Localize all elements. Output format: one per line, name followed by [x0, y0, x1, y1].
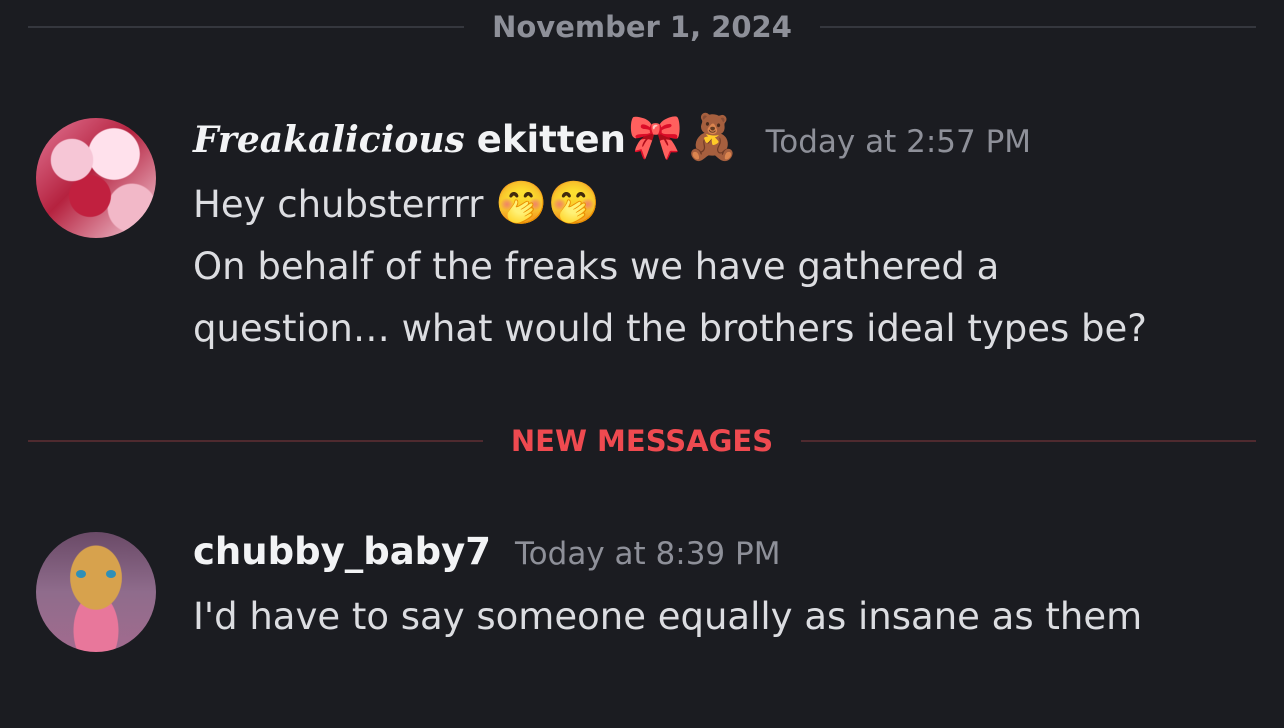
- avatar[interactable]: [36, 532, 156, 652]
- timestamp[interactable]: Today at 8:39 PM: [515, 536, 780, 572]
- teddy-bear-emoji: 🧸: [684, 112, 740, 163]
- avatar[interactable]: [36, 118, 156, 238]
- divider-line-right: [819, 26, 1257, 28]
- new-messages-label: NEW MESSAGES: [510, 424, 774, 458]
- message-content: Hey chubsterrrr 🤭🤭 On behalf of the frea…: [193, 172, 1147, 360]
- divider-line-left: [28, 440, 483, 442]
- chat-messages: November 1, 2024 Freakalicious ekitten 🎀…: [0, 0, 1284, 728]
- message-line: On behalf of the freaks we have gathered…: [193, 245, 1000, 288]
- divider-line-left: [28, 26, 465, 28]
- message-line: question… what would the brothers ideal …: [193, 307, 1147, 350]
- date-label: November 1, 2024: [492, 10, 792, 44]
- username[interactable]: chubby_baby7: [193, 530, 491, 573]
- message-line: I'd have to say someone equally as insan…: [193, 595, 1143, 638]
- new-messages-divider: NEW MESSAGES: [28, 420, 1256, 462]
- hand-over-mouth-emoji: 🤭🤭: [495, 178, 600, 227]
- divider-line-right: [801, 440, 1256, 442]
- avatar-face: [74, 570, 118, 580]
- message-text: Hey chubsterrrr: [193, 183, 484, 226]
- username[interactable]: ekitten: [477, 118, 626, 161]
- message-header: Freakalicious ekitten 🎀 🧸 Today at 2:57 …: [193, 112, 1031, 163]
- message-content: I'd have to say someone equally as insan…: [193, 586, 1142, 648]
- date-divider: November 1, 2024: [28, 6, 1257, 48]
- bow-emoji: 🎀: [628, 112, 683, 163]
- timestamp[interactable]: Today at 2:57 PM: [766, 124, 1031, 160]
- message-line: Hey chubsterrrr 🤭🤭: [193, 172, 1147, 236]
- message-header: chubby_baby7 Today at 8:39 PM: [193, 530, 780, 573]
- username-styled[interactable]: Freakalicious: [193, 119, 465, 161]
